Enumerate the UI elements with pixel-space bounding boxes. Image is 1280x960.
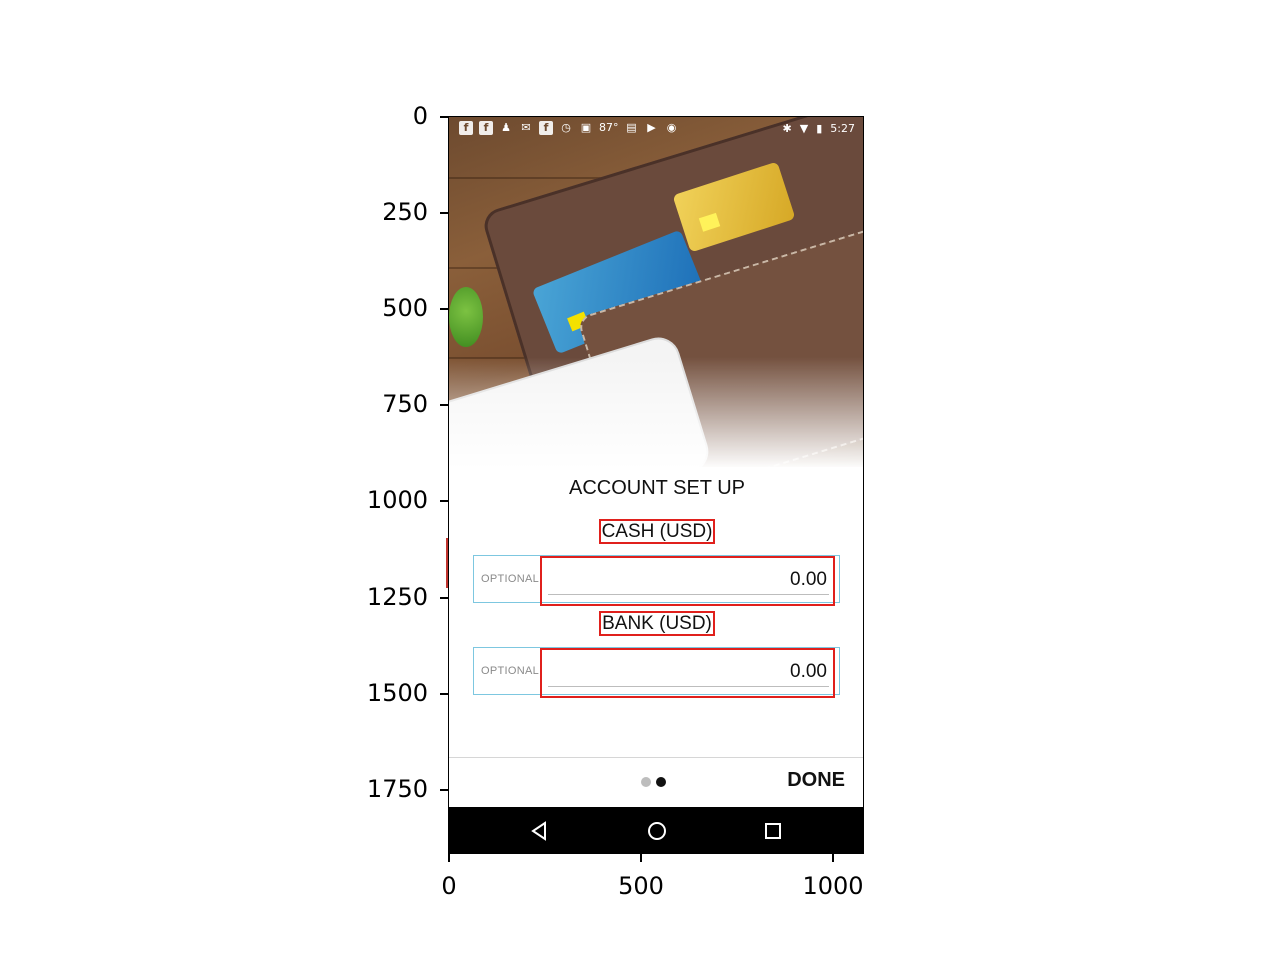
y-tick-label: 250	[382, 198, 428, 226]
page-title: ACCOUNT SET UP	[569, 477, 745, 499]
back-icon	[531, 821, 546, 841]
status-right: ✱ ▼ ▮ 5:27	[783, 122, 855, 135]
plant-image	[449, 287, 483, 347]
y-tick-label: 1250	[366, 583, 428, 611]
bank-amount-value: 0.00	[790, 661, 827, 682]
y-tick	[440, 789, 448, 791]
phone-screen: f f ♟ ✉ f ◷ ▣ 87° ▤ ▶ ◉ ✱ ▼ ▮ 5:27 ACCOU…	[448, 116, 864, 854]
mail-icon: ✉	[521, 121, 531, 134]
done-button[interactable]: DONE	[787, 769, 845, 792]
facebook-icon: f	[459, 121, 473, 135]
x-tick	[832, 854, 834, 862]
alarm-icon: ◷	[561, 121, 571, 134]
bank-input-underline	[548, 685, 829, 687]
header-wallet-photo: f f ♟ ✉ f ◷ ▣ 87° ▤ ▶ ◉ ✱ ▼ ▮ 5:27	[449, 117, 863, 467]
recents-button[interactable]	[743, 807, 803, 853]
clock-text: 5:27	[830, 121, 855, 135]
y-tick-label: 500	[382, 294, 428, 322]
cash-input-underline	[548, 593, 829, 595]
y-tick	[440, 500, 448, 502]
back-button[interactable]	[509, 807, 569, 853]
wifi-icon: ▼	[799, 121, 809, 135]
facebook-icon: f	[539, 121, 553, 135]
footer-divider	[449, 757, 863, 758]
bag-icon: ▤	[626, 121, 637, 134]
cash-label: CASH (USD)	[449, 519, 863, 544]
facebook-icon: f	[479, 121, 493, 135]
y-tick	[440, 693, 448, 695]
cash-amount-value: 0.00	[790, 569, 827, 590]
y-tick	[440, 116, 448, 118]
y-tick	[440, 212, 448, 214]
x-tick	[640, 854, 642, 862]
bank-amount-input[interactable]: 0.00	[540, 648, 835, 698]
battery-icon: ▮	[816, 121, 823, 135]
temperature-text: 87°	[599, 121, 619, 134]
home-icon	[648, 822, 666, 840]
status-bar: f f ♟ ✉ f ◷ ▣ 87° ▤ ▶ ◉ ✱ ▼ ▮ 5:27	[449, 117, 863, 139]
page-indicator	[641, 777, 666, 787]
y-tick-label: 1000	[366, 486, 428, 514]
bank-label: BANK (USD)	[449, 611, 863, 636]
y-tick-label: 0	[412, 102, 428, 130]
cash-label-text: CASH (USD)	[598, 519, 716, 544]
x-tick-label: 0	[441, 872, 457, 900]
page-dot[interactable]	[641, 777, 651, 787]
y-tick	[440, 597, 448, 599]
lock-icon: ▣	[580, 121, 592, 134]
x-tick-label: 500	[618, 872, 664, 900]
y-tick	[440, 404, 448, 406]
cash-amount-input[interactable]: 0.00	[540, 556, 835, 606]
recents-icon	[765, 823, 781, 839]
android-icon: ◉	[666, 121, 677, 134]
page-dot-active[interactable]	[656, 777, 666, 787]
navigation-bar	[449, 807, 863, 853]
bank-label-text: BANK (USD)	[599, 611, 715, 636]
bluetooth-icon: ✱	[782, 121, 792, 135]
notification-icon: ♟	[501, 121, 511, 134]
cash-optional-hint: OPTIONAL	[481, 573, 540, 585]
y-tick-label: 750	[382, 390, 428, 418]
y-tick	[440, 308, 448, 310]
y-tick-label: 1750	[366, 775, 428, 803]
home-button[interactable]	[627, 807, 687, 853]
photo-fade	[449, 357, 863, 467]
x-tick-label: 1000	[802, 872, 864, 900]
y-tick-label: 1500	[366, 679, 428, 707]
cash-field: OPTIONAL 0.00	[473, 555, 840, 606]
youtube-icon: ▶	[647, 121, 656, 134]
x-tick	[448, 854, 450, 862]
bank-optional-hint: OPTIONAL	[481, 665, 540, 677]
bank-field: OPTIONAL 0.00	[473, 647, 840, 698]
